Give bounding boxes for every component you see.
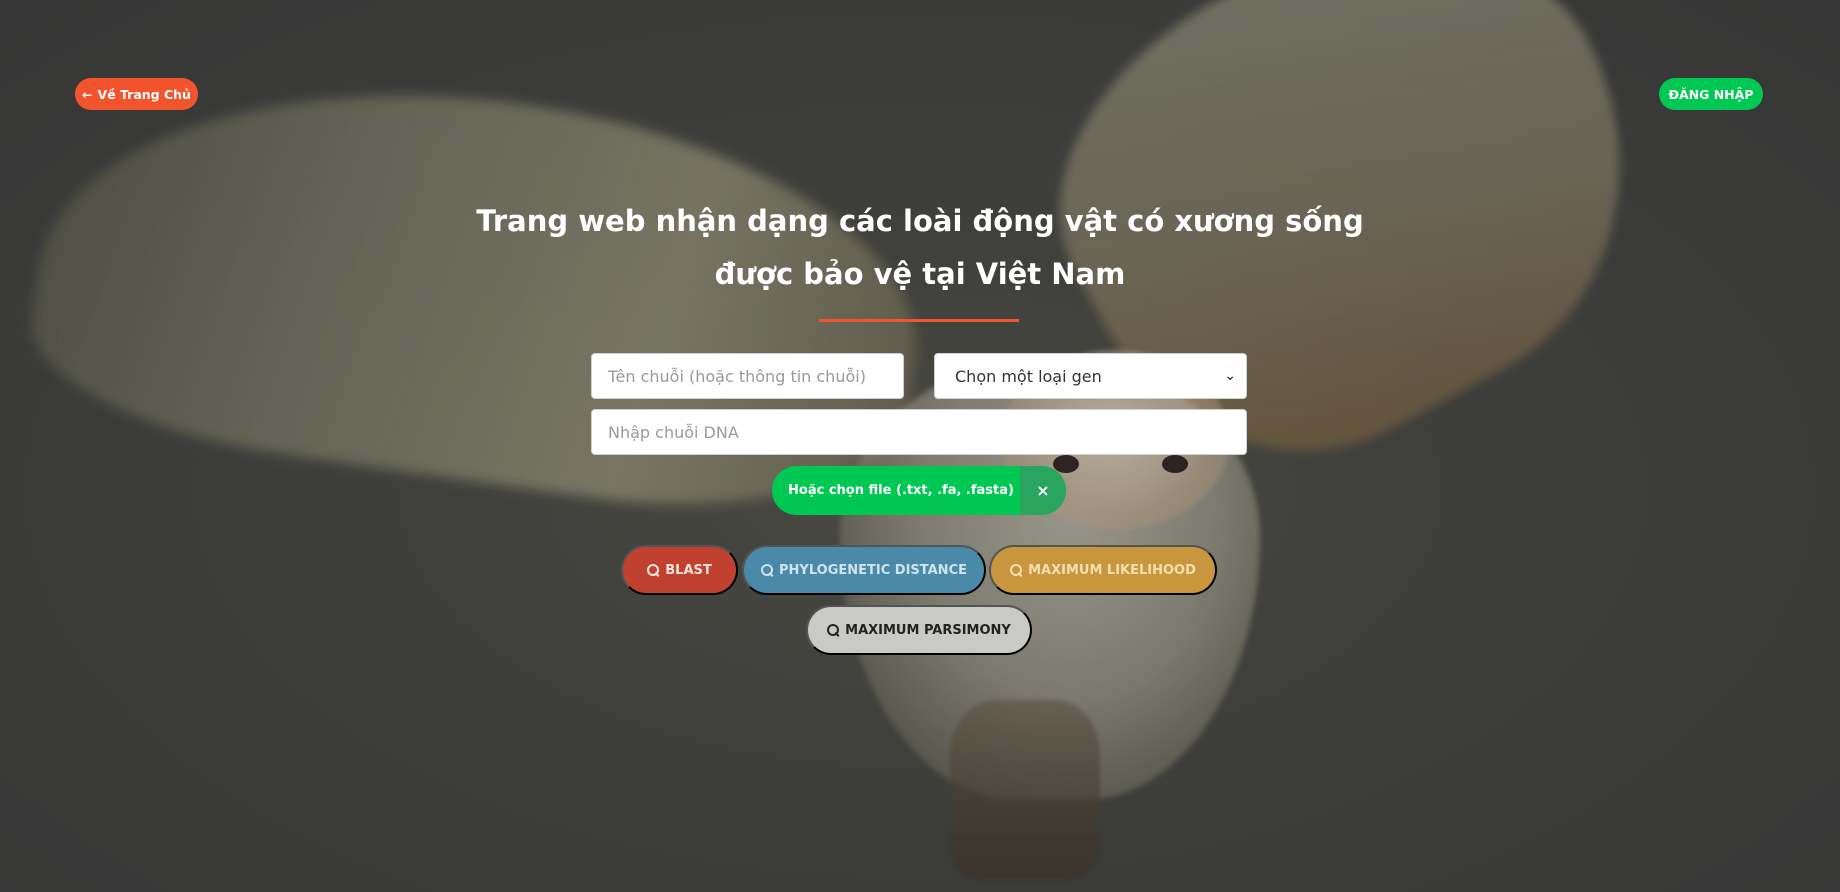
gene-type-select-value: Chọn một loại gen — [955, 366, 1102, 386]
page-title-line2: được bảo vệ tại Việt Nam — [714, 257, 1126, 291]
title-underline — [819, 319, 1019, 322]
blast-button[interactable]: BLAST — [621, 545, 738, 595]
search-icon — [827, 624, 840, 636]
page-title: Trang web nhận dạng các loài động vật có… — [420, 195, 1420, 301]
maximum-likelihood-label: MAXIMUM LIKELIHOOD — [1028, 562, 1196, 578]
sequence-name-input[interactable] — [591, 353, 904, 399]
gene-type-select[interactable]: Chọn một loại gen ⌄ — [934, 353, 1247, 399]
search-icon — [647, 564, 660, 576]
chevron-down-icon: ⌄ — [1224, 368, 1236, 384]
arrow-left-icon: ← — [82, 86, 93, 102]
maximum-parsimony-label: MAXIMUM PARSIMONY — [845, 622, 1011, 638]
phylogenetic-distance-button[interactable]: PHYLOGENETIC DISTANCE — [742, 545, 986, 595]
login-button[interactable]: ĐĂNG NHẬP — [1659, 78, 1763, 110]
dna-sequence-input[interactable] — [591, 409, 1247, 455]
page-title-line1: Trang web nhận dạng các loài động vật có… — [476, 204, 1364, 238]
maximum-likelihood-button[interactable]: MAXIMUM LIKELIHOOD — [989, 545, 1217, 595]
home-button[interactable]: ← Về Trang Chủ — [75, 78, 198, 110]
maximum-parsimony-button[interactable]: MAXIMUM PARSIMONY — [806, 605, 1032, 655]
phylogenetic-distance-label: PHYLOGENETIC DISTANCE — [779, 562, 967, 578]
file-upload-label[interactable]: Hoặc chọn file (.txt, .fa, .fasta) — [772, 466, 1020, 515]
search-icon — [761, 564, 773, 576]
search-icon — [1010, 564, 1023, 576]
file-upload-button[interactable]: Hoặc chọn file (.txt, .fa, .fasta) × — [772, 466, 1066, 515]
blast-button-label: BLAST — [665, 562, 712, 578]
home-button-label: Về Trang Chủ — [97, 86, 191, 102]
